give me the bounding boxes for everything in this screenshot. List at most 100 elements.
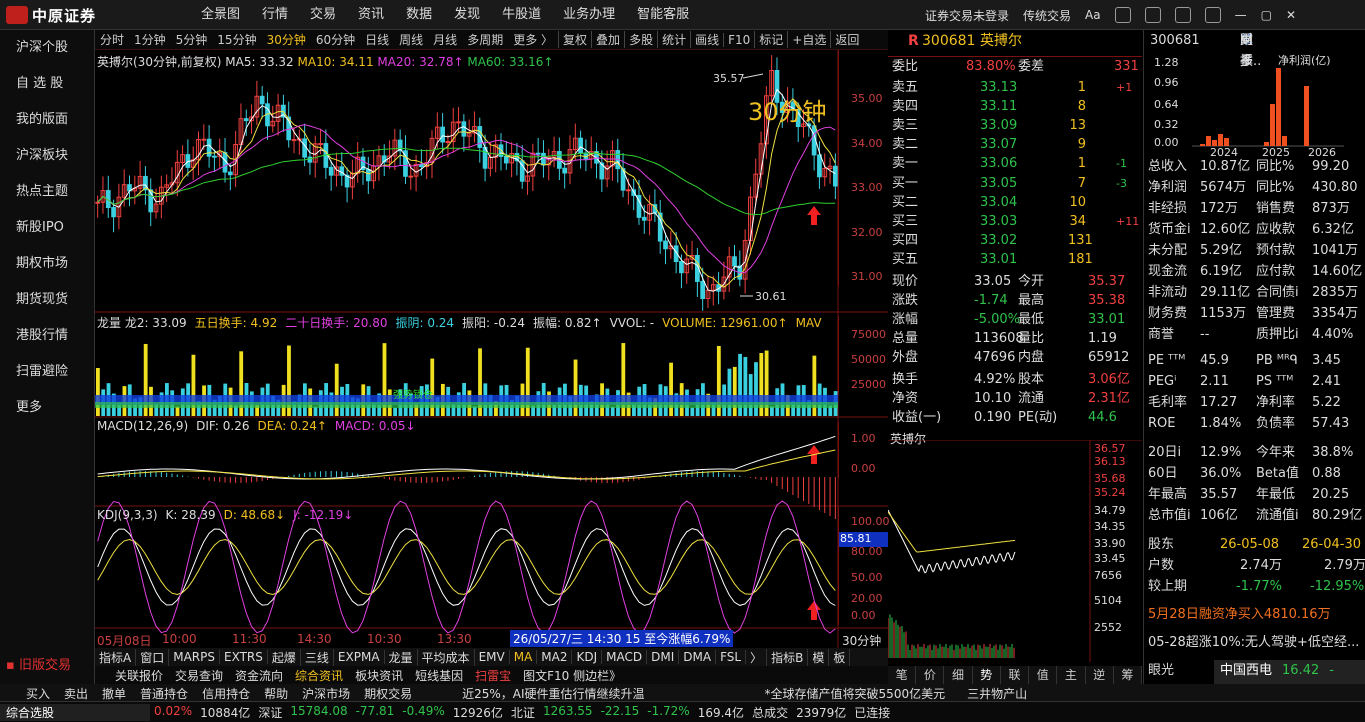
- quote-tab-3[interactable]: 势: [973, 666, 1001, 684]
- indicator-tab-12[interactable]: KDJ: [572, 650, 603, 664]
- quote-tab-8[interactable]: 筹: [1114, 666, 1142, 684]
- indicator-tab-1[interactable]: 窗口: [136, 648, 170, 666]
- indicator-tab-6[interactable]: EXPMA: [334, 650, 385, 664]
- font-size-icon[interactable]: Aa: [1085, 8, 1101, 22]
- indicator-tab-17[interactable]: 〉: [746, 648, 768, 666]
- action-2[interactable]: 撤单: [102, 685, 126, 702]
- indicator-tab-19[interactable]: 模: [808, 648, 830, 666]
- nav-item-5[interactable]: 发现: [443, 0, 491, 30]
- sidebar-item-1[interactable]: 自 选 股: [0, 66, 94, 102]
- nav-item-7[interactable]: 业务办理: [552, 0, 626, 30]
- news-ticker-2[interactable]: *全球存储产值将突破5500亿美元: [765, 685, 946, 702]
- action-1[interactable]: 卖出: [64, 685, 88, 702]
- period-tool-8[interactable]: 返回: [830, 31, 863, 48]
- indicator-tab-8[interactable]: 平均成本: [418, 648, 475, 666]
- period-tool-2[interactable]: 多股: [624, 31, 657, 48]
- old-trade-link[interactable]: ▪ 旧版交易: [6, 654, 71, 673]
- sidebar-item-6[interactable]: 期权市场: [0, 246, 94, 282]
- sidebar-item-5[interactable]: 新股IPO: [0, 210, 94, 246]
- trade-mode-link[interactable]: 传统交易: [1023, 7, 1071, 24]
- news-ticker-3[interactable]: 三井物产山: [967, 685, 1027, 702]
- sidebar-item-4[interactable]: 热点主题: [0, 174, 94, 210]
- period-tab-5[interactable]: 60分钟: [311, 31, 360, 48]
- quote-tab-4[interactable]: 联: [1001, 666, 1030, 684]
- nav-item-4[interactable]: 数据: [395, 0, 443, 30]
- nav-item-2[interactable]: 交易: [299, 0, 347, 30]
- sidebar-item-7[interactable]: 期货现货: [0, 282, 94, 318]
- quote-tab-6[interactable]: 主: [1057, 666, 1086, 684]
- indicator-tab-11[interactable]: MA2: [537, 650, 573, 664]
- quote-tab-1[interactable]: 价: [916, 666, 945, 684]
- indicator-tab-3[interactable]: EXTRS: [220, 650, 268, 664]
- period-tab-6[interactable]: 日线: [360, 31, 394, 48]
- sidebar-item-9[interactable]: 扫雷避险: [0, 354, 94, 390]
- indicator-tab-0[interactable]: 指标A: [95, 648, 137, 666]
- action-4[interactable]: 信用持仓: [202, 685, 250, 702]
- info-tool-3[interactable]: 综合资讯: [295, 667, 343, 684]
- period-tab-8[interactable]: 月线: [428, 31, 462, 48]
- indicator-tab-14[interactable]: DMI: [647, 650, 680, 664]
- login-status-link[interactable]: 证券交易未登录: [925, 7, 1009, 24]
- sidebar-item-3[interactable]: 沪深板块: [0, 138, 94, 174]
- nav-item-8[interactable]: 智能客服: [626, 0, 700, 30]
- skin-icon[interactable]: [1114, 7, 1131, 23]
- minimize-icon[interactable]: —: [1235, 8, 1247, 22]
- period-tool-4[interactable]: 画线: [690, 31, 723, 48]
- nav-item-0[interactable]: 全景图: [190, 0, 251, 30]
- indicator-tab-13[interactable]: MACD: [602, 650, 648, 664]
- period-tool-0[interactable]: 复权: [558, 31, 591, 48]
- sidebar-item-8[interactable]: 港股行情: [0, 318, 94, 354]
- period-tool-1[interactable]: 叠加: [591, 31, 624, 48]
- nav-item-1[interactable]: 行情: [251, 0, 299, 30]
- info-tool-2[interactable]: 资金流向: [235, 667, 283, 684]
- sidebar-item-0[interactable]: 沪深个股: [0, 30, 94, 66]
- message-icon[interactable]: [1144, 7, 1161, 23]
- menu-icon[interactable]: [1204, 7, 1221, 23]
- period-tab-10[interactable]: 更多 〉: [508, 31, 558, 48]
- action-0[interactable]: 买入: [26, 685, 50, 702]
- action-3[interactable]: 普通持仓: [140, 685, 188, 702]
- indicator-tab-10[interactable]: MA: [510, 650, 538, 664]
- action-7[interactable]: 期权交易: [364, 685, 412, 702]
- news-margin[interactable]: 5月28日融资净买入4810.16万: [1144, 604, 1365, 625]
- intraday-mini-chart[interactable]: 36.5736.13 35.6835.24 34.79 34.35 33.90 33.45…: [888, 440, 1142, 662]
- info-tool-6[interactable]: 扫雷宝: [475, 667, 511, 684]
- indicator-tab-9[interactable]: EMV: [475, 650, 510, 664]
- indicator-tab-15[interactable]: DMA: [679, 650, 717, 664]
- period-tab-4[interactable]: 30分钟: [262, 31, 311, 48]
- info-tool-1[interactable]: 交易查询: [175, 667, 223, 684]
- status-label[interactable]: 综合选股: [0, 703, 150, 721]
- kline-chart-area[interactable]: 35.57 30.61 强势锁仓: [95, 50, 888, 648]
- period-tab-1[interactable]: 1分钟: [129, 31, 171, 48]
- period-tab-2[interactable]: 5分钟: [171, 31, 213, 48]
- info-tool-5[interactable]: 短线基因: [415, 667, 463, 684]
- quote-tab-5[interactable]: 值: [1029, 666, 1058, 684]
- indicator-tab-18[interactable]: 指标B: [767, 648, 809, 666]
- info-tool-0[interactable]: 关联报价: [115, 667, 163, 684]
- news-ticker[interactable]: 近25%，AI硬件重估行情继续升温: [462, 685, 644, 702]
- indicator-tab-16[interactable]: FSL: [716, 650, 747, 664]
- nav-item-3[interactable]: 资讯: [347, 0, 395, 30]
- period-tab-0[interactable]: 分时: [95, 31, 129, 48]
- period-tab-7[interactable]: 周线: [394, 31, 428, 48]
- period-tab-9[interactable]: 多周期: [462, 31, 508, 48]
- action-6[interactable]: 沪深市场: [302, 685, 350, 702]
- indicator-tab-5[interactable]: 三线: [301, 648, 334, 666]
- quote-tab-7[interactable]: 逆: [1086, 666, 1114, 684]
- shirt-icon[interactable]: [1174, 7, 1191, 23]
- period-tool-5[interactable]: F10: [723, 32, 754, 47]
- indicator-tab-7[interactable]: 龙量: [385, 648, 418, 666]
- indicator-tab-2[interactable]: MARPS: [169, 650, 220, 664]
- sidebar-item-2[interactable]: 我的版面: [0, 102, 94, 138]
- sidebar-item-10[interactable]: 更多: [0, 390, 94, 426]
- period-tool-7[interactable]: +自选: [787, 31, 830, 48]
- period-tool-6[interactable]: 标记: [754, 31, 787, 48]
- period-tab-3[interactable]: 15分钟: [212, 31, 261, 48]
- info-tool-7[interactable]: 图文F10 侧边栏》: [523, 667, 621, 684]
- news-surge[interactable]: 05-28超涨10%:无人驾驶+低空经...: [1144, 632, 1365, 653]
- close-icon[interactable]: ✕: [1286, 8, 1296, 22]
- quote-tab-2[interactable]: 细: [944, 666, 973, 684]
- indicator-tab-4[interactable]: 起爆: [268, 648, 301, 666]
- quote-tab-0[interactable]: 笔: [888, 666, 917, 684]
- maximize-icon[interactable]: ▢: [1261, 8, 1272, 22]
